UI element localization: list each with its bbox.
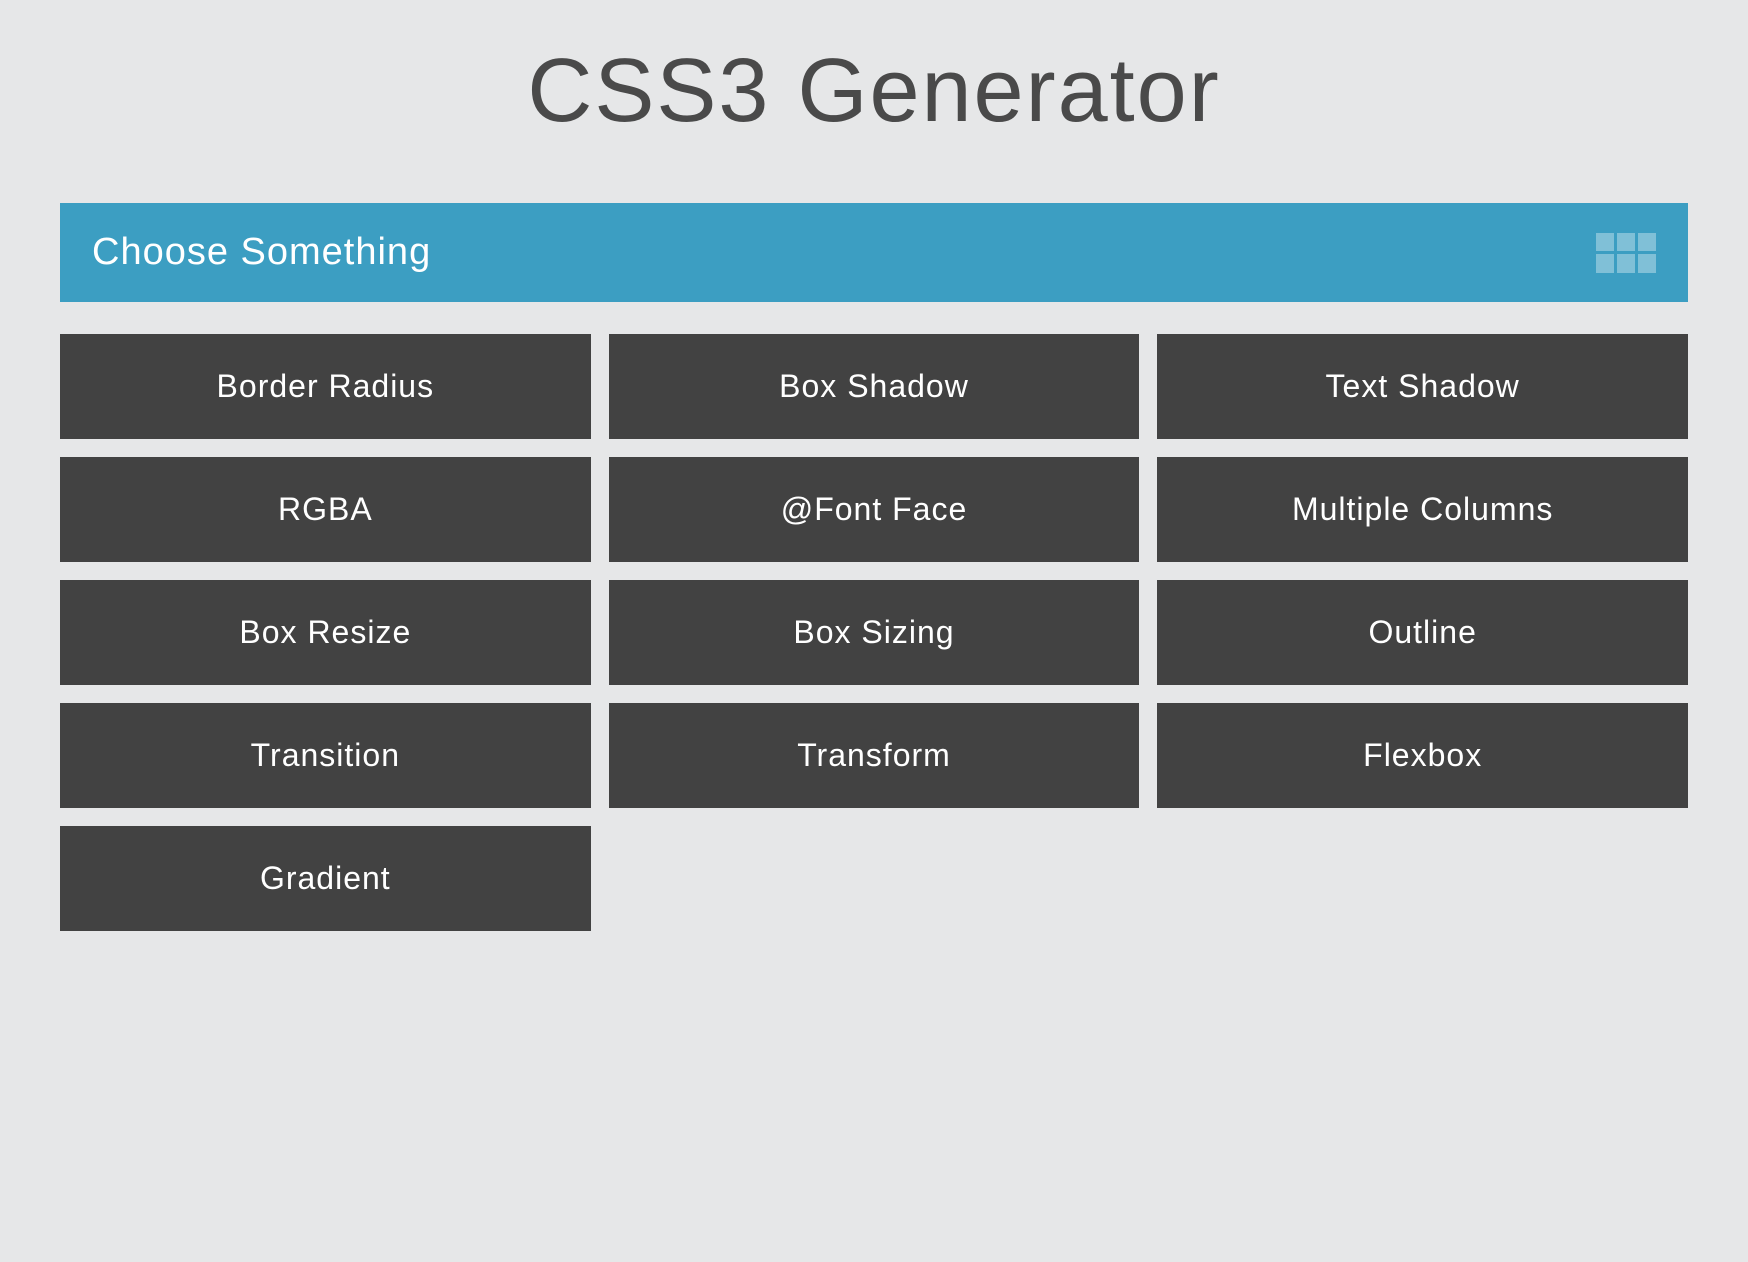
option-label: Border Radius: [217, 368, 435, 404]
option-tile-box-sizing[interactable]: Box Sizing: [609, 580, 1140, 685]
page-title: CSS3 Generator: [60, 0, 1688, 203]
option-tile-box-shadow[interactable]: Box Shadow: [609, 334, 1140, 439]
option-label: Gradient: [260, 860, 391, 896]
option-label: Box Shadow: [779, 368, 969, 404]
option-label: Transform: [797, 737, 951, 773]
option-tile-rgba[interactable]: RGBA: [60, 457, 591, 562]
selector-label: Choose Something: [92, 231, 431, 274]
option-tile-box-resize[interactable]: Box Resize: [60, 580, 591, 685]
option-label: Outline: [1368, 614, 1476, 650]
option-label: Flexbox: [1363, 737, 1482, 773]
option-label: Text Shadow: [1326, 368, 1520, 404]
grid-icon-cell: [1638, 233, 1656, 252]
options-grid: Border Radius Box Shadow Text Shadow RGBA @F…: [60, 334, 1688, 931]
grid-icon: [1596, 233, 1656, 273]
option-tile-gradient[interactable]: Gradient: [60, 826, 591, 931]
app-container: CSS3 Generator Choose Something Border R…: [0, 0, 1748, 931]
option-tile-transition[interactable]: Transition: [60, 703, 591, 808]
option-tile-font-face[interactable]: @Font Face: [609, 457, 1140, 562]
grid-icon-cell: [1617, 233, 1635, 252]
option-label: Box Sizing: [793, 614, 954, 650]
option-tile-outline[interactable]: Outline: [1157, 580, 1688, 685]
option-tile-flexbox[interactable]: Flexbox: [1157, 703, 1688, 808]
option-tile-multiple-columns[interactable]: Multiple Columns: [1157, 457, 1688, 562]
option-label: Transition: [251, 737, 400, 773]
option-label: RGBA: [278, 491, 373, 527]
grid-icon-cell: [1596, 254, 1614, 273]
option-label: @Font Face: [781, 491, 968, 527]
option-tile-text-shadow[interactable]: Text Shadow: [1157, 334, 1688, 439]
selector-bar[interactable]: Choose Something: [60, 203, 1688, 302]
option-tile-transform[interactable]: Transform: [609, 703, 1140, 808]
option-label: Box Resize: [239, 614, 411, 650]
grid-icon-cell: [1638, 254, 1656, 273]
grid-icon-cell: [1596, 233, 1614, 252]
grid-icon-cell: [1617, 254, 1635, 273]
option-tile-border-radius[interactable]: Border Radius: [60, 334, 591, 439]
option-label: Multiple Columns: [1292, 491, 1553, 527]
